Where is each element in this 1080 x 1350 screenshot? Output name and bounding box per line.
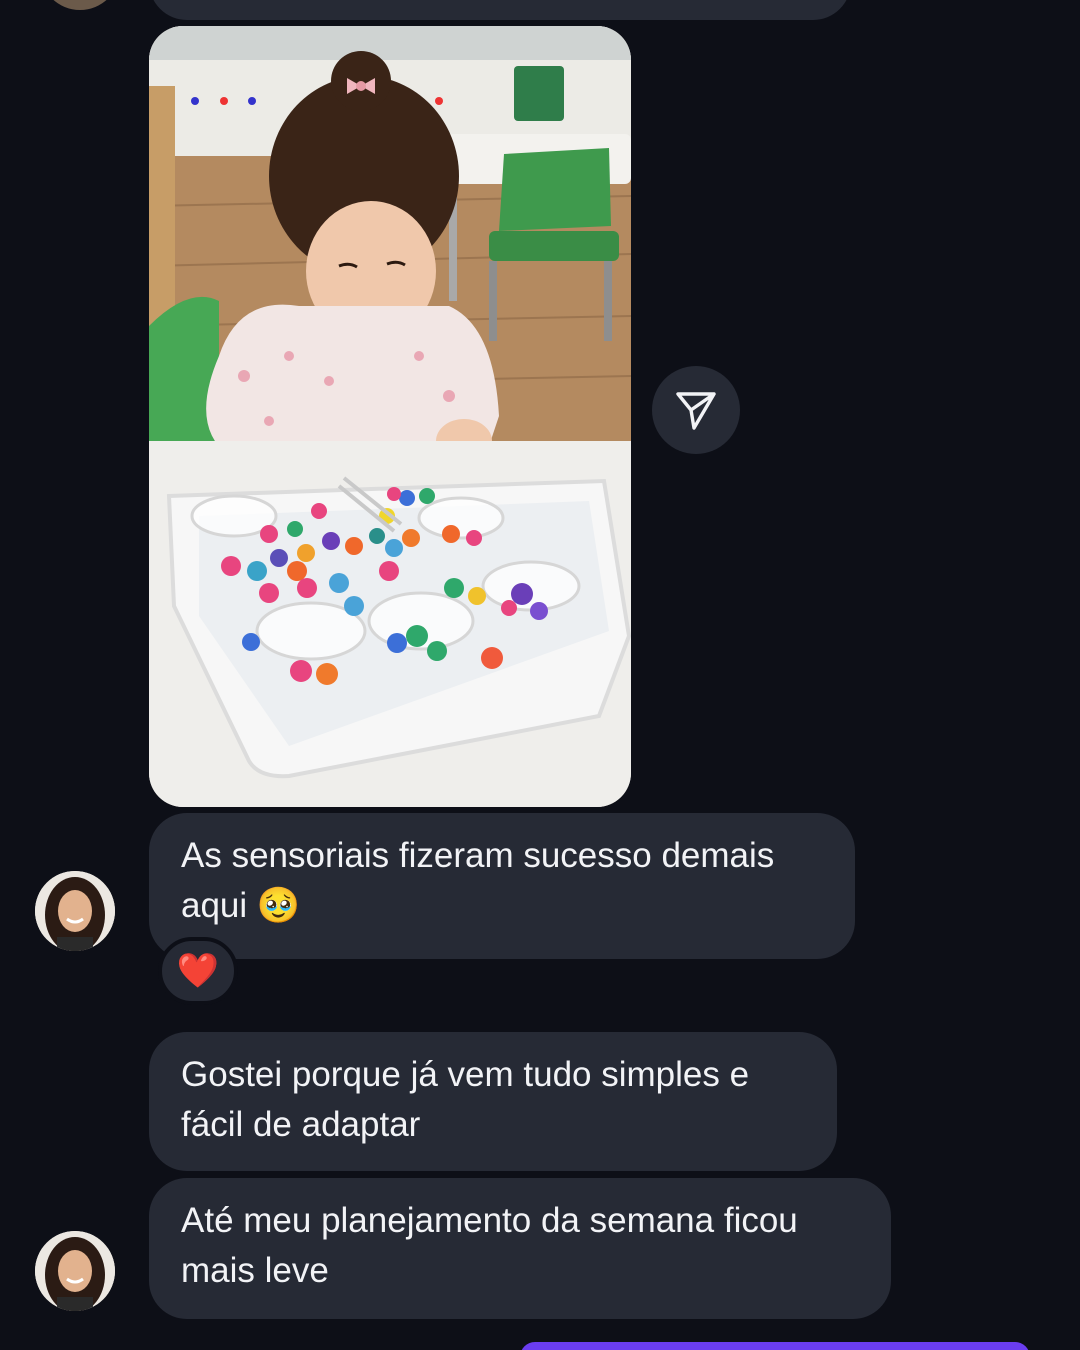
share-button[interactable]	[652, 366, 740, 454]
sender-avatar[interactable]	[35, 1231, 115, 1311]
message-bubble-previous[interactable]	[149, 0, 851, 20]
message-text: As sensoriais fizeram sucesso demais aqu…	[181, 836, 775, 925]
heart-icon: ❤️	[176, 951, 220, 991]
avatar-image	[35, 1231, 115, 1311]
message-bubble[interactable]: Gostei porque já vem tudo simples e fáci…	[149, 1032, 837, 1171]
message-bubble[interactable]: As sensoriais fizeram sucesso demais aqu…	[149, 813, 855, 959]
outgoing-message-bubble[interactable]	[520, 1342, 1030, 1350]
message-text: Gostei porque já vem tudo simples e fáci…	[181, 1055, 750, 1144]
message-text: Até meu planejamento da semana ficou mai…	[181, 1201, 798, 1290]
message-bubble[interactable]: Até meu planejamento da semana ficou mai…	[149, 1178, 891, 1319]
avatar-image	[35, 871, 115, 951]
avatar-previous[interactable]	[40, 0, 120, 10]
heart-reaction[interactable]: ❤️	[158, 937, 238, 1005]
photo-message[interactable]	[149, 26, 631, 807]
photo-image	[149, 26, 631, 807]
send-icon	[676, 392, 716, 430]
sender-avatar[interactable]	[35, 871, 115, 951]
